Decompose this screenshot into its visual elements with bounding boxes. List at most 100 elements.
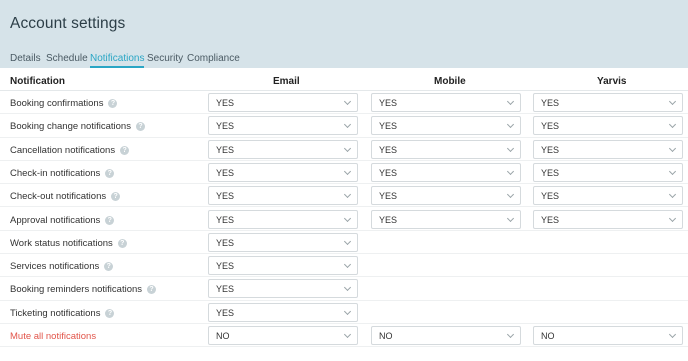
notification-label: Check-in notifications? <box>10 167 115 179</box>
table-row: Booking reminders notifications? YES <box>0 277 688 301</box>
notification-label-text: Ticketing notifications <box>10 307 101 319</box>
tab-schedule[interactable]: Schedule <box>46 53 88 68</box>
chevron-down-icon <box>343 284 352 292</box>
notification-label: Cancellation notifications? <box>10 145 130 156</box>
notification-label-text: Approval notifications <box>10 214 101 226</box>
email-select[interactable]: YES <box>208 162 358 182</box>
notification-label-text: Check-in notifications <box>10 167 101 179</box>
mute-all-label: Mute all notifications <box>10 331 96 342</box>
yarvis-select[interactable]: YES <box>533 139 683 159</box>
yarvis-select-value: YES <box>541 191 560 202</box>
chevron-down-icon <box>506 144 515 152</box>
yarvis-select[interactable]: YES <box>533 209 683 229</box>
table-row: Work status notifications? YES <box>0 231 688 255</box>
tab-compliance[interactable]: Compliance <box>187 53 240 68</box>
table-row: Cancellation notifications? YES YES YES <box>0 138 688 161</box>
notification-label-text: Work status notifications <box>10 237 113 249</box>
mobile-select[interactable]: YES <box>371 139 521 159</box>
tab-details[interactable]: Details <box>10 53 41 68</box>
table-row: Mute all notifications NO NO NO <box>0 324 688 348</box>
email-select[interactable]: YES <box>208 209 358 229</box>
info-icon[interactable]: ? <box>117 238 127 248</box>
mobile-select[interactable]: YES <box>371 209 521 229</box>
table-row: Booking confirmations? YES YES YES <box>0 91 688 115</box>
email-select-value: YES <box>216 261 235 272</box>
email-select-value: YES <box>216 284 235 295</box>
tab-notifications[interactable]: Notifications <box>90 53 145 68</box>
mobile-select[interactable]: YES <box>371 93 521 112</box>
email-select-value: YES <box>216 307 235 318</box>
info-icon[interactable]: ? <box>108 99 118 108</box>
email-select[interactable]: YES <box>208 116 358 136</box>
notification-label-text: Booking reminders notifications <box>10 284 143 296</box>
email-select-value: YES <box>216 191 235 202</box>
yarvis-select[interactable]: NO <box>533 326 683 345</box>
notification-label-text: Check-out notifications <box>10 191 107 203</box>
email-select-value: YES <box>216 167 235 178</box>
info-icon[interactable]: ? <box>120 145 130 155</box>
chevron-down-icon <box>343 214 352 222</box>
mobile-select-value: NO <box>379 331 393 341</box>
yarvis-select[interactable]: YES <box>533 116 683 136</box>
info-icon[interactable]: ? <box>105 215 115 225</box>
table-row: Check-in notifications? YES YES YES <box>0 161 688 185</box>
chevron-down-icon <box>668 97 677 106</box>
email-select-value: YES <box>216 144 235 155</box>
chevron-down-icon <box>506 97 515 106</box>
mobile-select-value: YES <box>379 98 398 108</box>
yarvis-select-value: YES <box>541 98 560 108</box>
notification-label: Approval notifications? <box>10 214 115 226</box>
yarvis-select[interactable]: YES <box>533 93 683 112</box>
chevron-down-icon <box>506 121 515 129</box>
chevron-down-icon <box>506 330 515 339</box>
email-select[interactable]: YES <box>208 256 358 276</box>
email-select[interactable]: YES <box>208 186 358 206</box>
chevron-down-icon <box>668 330 677 339</box>
notification-label: Booking change notifications? <box>10 121 145 132</box>
chevron-down-icon <box>506 191 515 199</box>
yarvis-select-value: NO <box>541 331 555 341</box>
chevron-down-icon <box>668 121 677 129</box>
email-select[interactable]: YES <box>208 93 358 112</box>
email-select[interactable]: YES <box>208 279 358 299</box>
chevron-down-icon <box>343 237 352 245</box>
chevron-down-icon <box>506 167 515 175</box>
table-row: Approval notifications? YES YES YES <box>0 208 688 231</box>
notification-label-text: Booking change notifications <box>10 121 131 133</box>
info-icon[interactable]: ? <box>147 285 157 295</box>
mobile-select[interactable]: YES <box>371 116 521 136</box>
mobile-select-value: YES <box>379 214 398 225</box>
mobile-select-value: YES <box>379 167 398 178</box>
email-select[interactable]: YES <box>208 232 358 252</box>
notification-label: Work status notifications? <box>10 238 127 249</box>
info-icon[interactable]: ? <box>105 168 115 178</box>
chevron-down-icon <box>343 97 352 106</box>
notification-label-text: Booking confirmations <box>10 98 104 109</box>
page-header: Account settings Details Schedule Notifi… <box>0 0 688 68</box>
mobile-select[interactable]: NO <box>371 326 521 345</box>
column-header-mobile: Mobile <box>434 76 466 87</box>
info-icon[interactable]: ? <box>111 192 121 202</box>
yarvis-select-value: YES <box>541 214 560 225</box>
chevron-down-icon <box>668 214 677 222</box>
column-header-email: Email <box>273 76 300 87</box>
mobile-select[interactable]: YES <box>371 162 521 182</box>
info-icon[interactable]: ? <box>104 262 114 272</box>
yarvis-select[interactable]: YES <box>533 162 683 182</box>
email-select-value: YES <box>216 98 235 108</box>
email-select[interactable]: YES <box>208 302 358 322</box>
chevron-down-icon <box>343 144 352 152</box>
mobile-select-value: YES <box>379 191 398 202</box>
info-icon[interactable]: ? <box>135 122 145 132</box>
yarvis-select[interactable]: YES <box>533 186 683 206</box>
table-row: Ticketing notifications? YES <box>0 301 688 324</box>
mobile-select[interactable]: YES <box>371 186 521 206</box>
yarvis-select-value: YES <box>541 144 560 155</box>
email-select[interactable]: NO <box>208 326 358 345</box>
notification-label: Ticketing notifications? <box>10 307 115 319</box>
email-select[interactable]: YES <box>208 139 358 159</box>
email-select-value: YES <box>216 237 235 248</box>
table-row: Check-out notifications? YES YES YES <box>0 184 688 208</box>
info-icon[interactable]: ? <box>105 308 115 318</box>
tab-security[interactable]: Security <box>147 53 183 68</box>
